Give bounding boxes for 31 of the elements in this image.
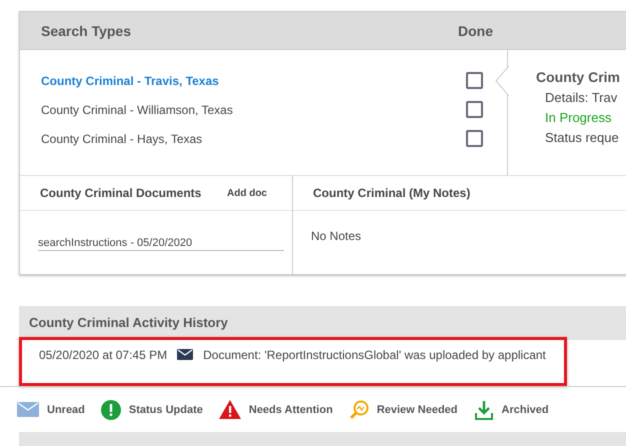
done-checkbox[interactable] (466, 101, 483, 118)
section-title: County Criminal Documents (40, 186, 202, 200)
document-item[interactable]: searchInstructions - 05/20/2020 (38, 237, 284, 251)
legend-label: Status Update (128, 404, 203, 416)
exclamation-circle-icon (100, 400, 121, 420)
warning-icon (218, 400, 241, 419)
notes-text: No Notes (310, 228, 362, 243)
section-title: County Criminal Activity History (19, 306, 626, 340)
section-title: County Criminal (My Notes) (313, 186, 470, 200)
done-checkbox[interactable] (466, 130, 483, 147)
legend-label: Review Needed (376, 404, 458, 416)
detail-text: Details: Trav (545, 89, 618, 107)
column-header: Done (458, 22, 493, 38)
download-icon (474, 400, 494, 420)
search-type-link[interactable]: County Criminal - Williamson, Texas (41, 102, 233, 116)
legend-label: Unread (47, 404, 85, 416)
legend-label: Archived (502, 404, 549, 416)
status-text: In Progress (545, 109, 612, 127)
envelope-icon (177, 349, 194, 360)
add-doc-link[interactable]: Add doc (227, 188, 267, 198)
magnifier-icon (348, 400, 369, 420)
entry-text: Document: 'ReportInstructionsGlobal' was uploaded by applicant (203, 348, 546, 362)
detail-title: County Crim (536, 69, 620, 85)
envelope-icon (17, 402, 39, 417)
done-checkbox[interactable] (466, 72, 483, 89)
search-type-link[interactable]: County Criminal - Hays, Texas (41, 132, 202, 146)
entry-time: 05/20/2020 at 07:45 PM (39, 348, 168, 362)
column-header: Search Types (41, 22, 132, 38)
legend-label: Needs Attention (248, 404, 333, 416)
search-type-link[interactable]: County Criminal - Travis, Texas (41, 74, 219, 88)
detail-text: Status reque (545, 129, 620, 147)
